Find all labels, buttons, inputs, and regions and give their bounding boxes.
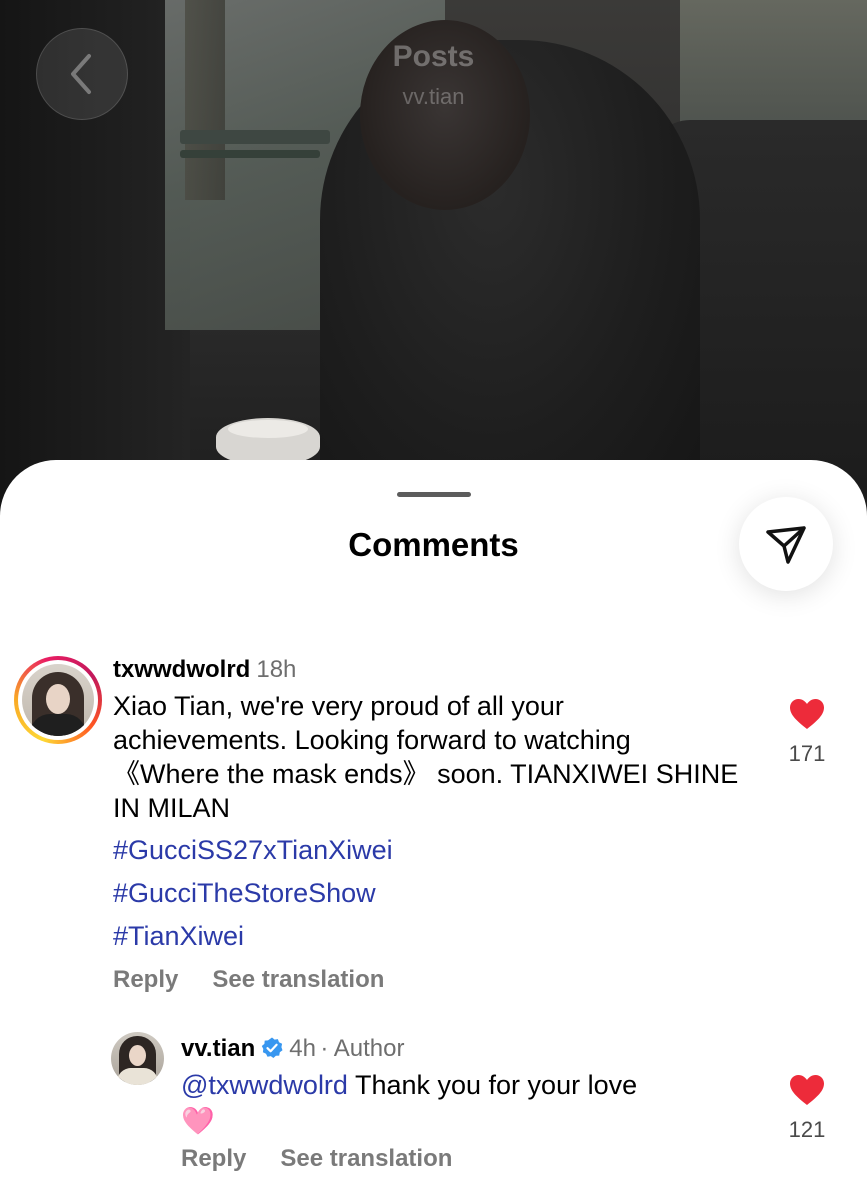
page-subtitle: vv.tian [402, 84, 465, 109]
park-bench-seat [180, 150, 320, 158]
comment-text: Xiao Tian, we're very proud of all your … [113, 691, 739, 823]
reply-like: 121 [780, 1074, 834, 1143]
like-count: 171 [788, 741, 826, 766]
avatar-face [129, 1045, 146, 1066]
comments-sheet: Comments txwwdwolrd 18h Xiao Tian, we're … [0, 460, 867, 1200]
author-label: · Author [320, 1035, 405, 1062]
avatar-border [18, 660, 98, 740]
reply-text: @txwwdwolrd Thank you for your love 🩷 [181, 1067, 751, 1139]
reply-actions: Reply See translation [181, 1145, 751, 1173]
comment-hashtags: #GucciSS27xTianXiwei #GucciTheStoreShow … [113, 829, 743, 958]
comment-time: 18h [256, 656, 297, 683]
avatar[interactable] [111, 1032, 164, 1085]
reply-header: vv.tian 4h · Author [181, 1035, 751, 1063]
sheet-title: Comments [348, 526, 519, 563]
comment-actions: Reply See translation [113, 966, 743, 994]
coffee-cup-lid [228, 420, 308, 438]
see-translation-button[interactable]: See translation [212, 966, 384, 993]
post-photo-backdrop [0, 0, 867, 520]
page-title: Posts [392, 40, 475, 73]
sheet-drag-handle[interactable] [397, 492, 471, 497]
reply-button[interactable]: Reply [181, 1145, 246, 1172]
avatar-body [30, 714, 86, 736]
reply-comment: vv.tian 4h · Author @txwwdwolrd Thank yo… [181, 1035, 751, 1173]
comment: txwwdwolrd 18h Xiao Tian, we're very prou… [113, 656, 743, 994]
verified-badge-icon [262, 1037, 283, 1058]
send-icon [766, 526, 806, 564]
hashtag-link[interactable]: #GucciTheStoreShow [113, 872, 743, 915]
avatar-body [117, 1068, 158, 1085]
see-translation-button[interactable]: See translation [280, 1145, 452, 1172]
mention-link[interactable]: @txwwdwolrd [181, 1070, 348, 1100]
share-button[interactable] [739, 497, 833, 591]
avatar-story-ring[interactable] [14, 656, 102, 744]
hashtag-link[interactable]: #TianXiwei [113, 915, 743, 958]
like-count: 121 [788, 1117, 826, 1142]
comment-like: 171 [780, 698, 834, 767]
comment-username[interactable]: txwwdwolrd [113, 656, 250, 683]
avatar [22, 664, 94, 736]
hashtag-link[interactable]: #GucciSS27xTianXiwei [113, 829, 743, 872]
reply-username[interactable]: vv.tian [181, 1035, 255, 1062]
heart-icon[interactable] [789, 1074, 825, 1106]
park-bench [180, 130, 330, 144]
comment-header: txwwdwolrd 18h [113, 656, 743, 684]
pink-heart-emoji: 🩷 [181, 1106, 215, 1136]
avatar-face [46, 684, 70, 714]
heart-icon[interactable] [789, 698, 825, 730]
reply-time: 4h [289, 1035, 316, 1062]
reply-button[interactable]: Reply [113, 966, 178, 993]
reply-message: Thank you for your love [347, 1070, 638, 1100]
